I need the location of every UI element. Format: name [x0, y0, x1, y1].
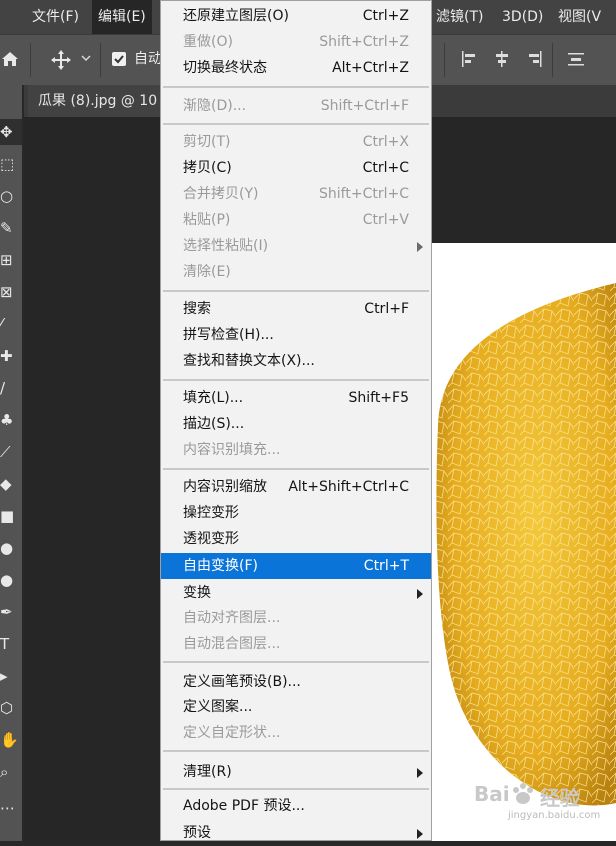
shape-tool-icon[interactable]: ⬡ [0, 695, 22, 721]
submenu-arrow-icon [417, 242, 423, 252]
align-top-icon[interactable] [566, 49, 586, 73]
menu-item-content-aware-fill[interactable]: 内容识别填充... [161, 437, 431, 463]
hand-tool-icon[interactable]: ✋ [0, 727, 22, 753]
menu-item-define-custom-shape[interactable]: 定义自定形状... [161, 720, 431, 746]
more-tools-icon[interactable]: ⋯ [0, 795, 22, 821]
crop-tool-icon[interactable]: ⊞ [0, 247, 22, 273]
menu-edit[interactable]: 编辑(E) [92, 0, 152, 34]
move-tool-icon[interactable]: ✥ [0, 119, 22, 145]
menu-item-stroke[interactable]: 描边(S)... [161, 411, 431, 437]
menu-item-redo[interactable]: 重做(O) Shift+Ctrl+Z [161, 29, 431, 55]
clone-stamp-icon[interactable]: ♣ [0, 407, 22, 433]
chevron-down-icon[interactable] [80, 52, 92, 68]
menu-item-purge[interactable]: 清理(R) [161, 759, 431, 785]
type-tool-icon[interactable]: T [0, 631, 22, 657]
divider [444, 43, 445, 77]
menu-item-auto-blend-layers[interactable]: 自动混合图层... [161, 631, 431, 657]
align-center-icon[interactable] [492, 49, 512, 73]
brush-tool-icon[interactable]: / [0, 375, 22, 401]
menu-item-fill[interactable]: 填充(L)... Shift+F5 [161, 385, 431, 411]
menu-file[interactable]: 文件(F) [32, 0, 79, 34]
menu-separator [163, 290, 429, 292]
submenu-arrow-icon [417, 589, 423, 599]
menu-separator [163, 750, 429, 752]
menu-item-transform[interactable]: 变换 [161, 580, 431, 606]
document-tab[interactable]: 瓜果 (8).jpg @ 10 [28, 85, 168, 117]
zoom-tool-icon[interactable]: ⌕ [0, 759, 22, 785]
menu-item-define-pattern[interactable]: 定义图案... [161, 694, 431, 720]
menu-item-fade[interactable]: 渐隐(D)... Shift+Ctrl+F [161, 93, 431, 119]
menu-item-cut[interactable]: 剪切(T) Ctrl+X [161, 129, 431, 155]
divider [30, 43, 31, 77]
menu-item-auto-align-layers[interactable]: 自动对齐图层... [161, 605, 431, 631]
tools-panel: ✥ ⬚ ○ ✎ ⊞ ⊠ ⁄ ✚ / ♣ ⟋ ◆ ■ ● ● ✒ T ▸ ⬡ ✋ … [0, 85, 22, 841]
document-image[interactable] [430, 243, 616, 841]
history-brush-icon[interactable]: ⟋ [0, 439, 22, 465]
menu-item-paste-special[interactable]: 选择性粘贴(I) [161, 233, 431, 259]
menu-item-presets[interactable]: 预设 [161, 820, 431, 846]
menu-separator [163, 788, 429, 790]
menu-item-toggle-last-state[interactable]: 切换最终状态 Alt+Ctrl+Z [161, 55, 431, 81]
marquee-tool-icon[interactable]: ⬚ [0, 151, 22, 177]
menu-separator [163, 468, 429, 470]
auto-select-checkbox[interactable] [112, 52, 126, 66]
document-tab-title: 瓜果 (8).jpg @ 10 [38, 93, 158, 109]
align-left-icon[interactable] [460, 49, 480, 73]
melon-image [436, 283, 616, 806]
menu-item-content-aware-scale[interactable]: 内容识别缩放 Alt+Shift+Ctrl+C [161, 474, 431, 500]
pen-tool-icon[interactable]: ✒ [0, 599, 22, 625]
frame-tool-icon[interactable]: ⊠ [0, 279, 22, 305]
eraser-tool-icon[interactable]: ◆ [0, 471, 22, 497]
menu-item-clear[interactable]: 清除(E) [161, 259, 431, 285]
menu-separator [163, 379, 429, 381]
path-select-icon[interactable]: ▸ [0, 663, 22, 689]
submenu-arrow-icon [417, 829, 423, 839]
dodge-tool-icon[interactable]: ● [0, 567, 22, 593]
menu-item-search[interactable]: 搜索 Ctrl+F [161, 296, 431, 322]
divider [552, 43, 553, 77]
watermark-suffix: 经验 [540, 786, 580, 810]
menu-separator [163, 123, 429, 125]
menu-item-perspective-warp[interactable]: 透视变形 [161, 526, 431, 552]
watermark-url: jingyan.baidu.com [508, 810, 601, 821]
menu-3d[interactable]: 3D(D) [502, 0, 543, 34]
menu-item-free-transform[interactable]: 自由变换(F) Ctrl+T [161, 553, 431, 579]
home-icon[interactable] [0, 49, 20, 73]
submenu-arrow-icon [417, 768, 423, 778]
menu-view[interactable]: 视图(V [558, 0, 601, 34]
menu-item-find-replace[interactable]: 查找和替换文本(X)... [161, 348, 431, 374]
move-tool-icon[interactable] [50, 49, 72, 75]
watermark-brand: Bai [474, 782, 510, 806]
menu-item-paste[interactable]: 粘贴(P) Ctrl+V [161, 207, 431, 233]
menu-separator [163, 86, 429, 88]
menu-item-spell-check[interactable]: 拼写检查(H)... [161, 322, 431, 348]
menu-filter[interactable]: 滤镜(T) [436, 0, 483, 34]
eyedropper-tool-icon[interactable]: ⁄ [0, 311, 22, 337]
edit-menu: 还原建立图层(O) Ctrl+Z 重做(O) Shift+Ctrl+Z 切换最终状态… [160, 0, 432, 841]
gradient-tool-icon[interactable]: ■ [0, 503, 22, 529]
align-right-icon[interactable] [524, 49, 544, 73]
menu-item-define-brush-preset[interactable]: 定义画笔预设(B)... [161, 669, 431, 695]
menu-item-copy-merged[interactable]: 合并拷贝(Y) Shift+Ctrl+C [161, 181, 431, 207]
watermark: Bai 经验 jingyan.baidu.com [470, 776, 616, 826]
divider [100, 43, 101, 77]
quick-select-tool-icon[interactable]: ✎ [0, 215, 22, 241]
menu-item-undo[interactable]: 还原建立图层(O) Ctrl+Z [161, 3, 431, 29]
menu-item-adobe-pdf-presets[interactable]: Adobe PDF 预设... [161, 793, 431, 819]
auto-select-label: 自动 [134, 51, 162, 67]
healing-brush-icon[interactable]: ✚ [0, 343, 22, 369]
blur-tool-icon[interactable]: ● [0, 535, 22, 561]
menu-item-copy[interactable]: 拷贝(C) Ctrl+C [161, 155, 431, 181]
menu-separator [163, 661, 429, 663]
paw-icon [510, 782, 536, 810]
menu-item-puppet-warp[interactable]: 操控变形 [161, 500, 431, 526]
lasso-tool-icon[interactable]: ○ [0, 183, 22, 209]
